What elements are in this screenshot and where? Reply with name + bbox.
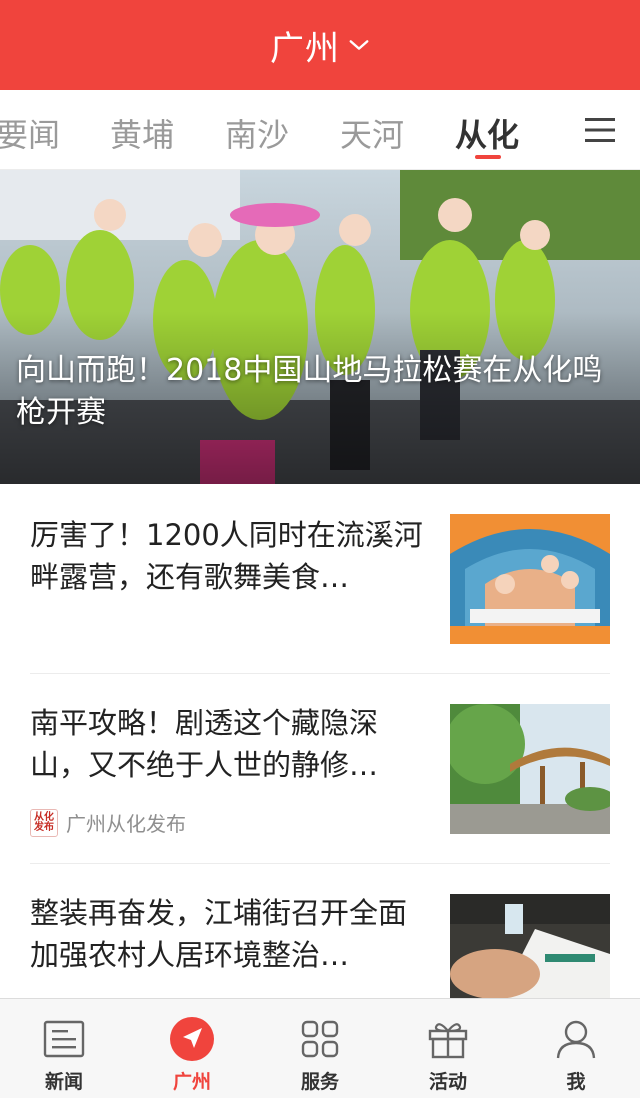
tab-nansha[interactable]: 南沙 (225, 110, 289, 156)
chevron-down-icon (349, 40, 369, 50)
hero-article[interactable]: 向山而跑！2018中国山地马拉松赛在从化鸣枪开赛 (0, 170, 640, 484)
nav-me-label: 我 (566, 1071, 586, 1093)
source-name: 广州从化发布 (66, 812, 186, 836)
article-title: 南平攻略！剧透这个藏隐深山，又不绝于人世的静修… (30, 706, 379, 782)
article-thumbnail (450, 894, 610, 998)
hero-title: 向山而跑！2018中国山地马拉松赛在从化鸣枪开赛 (16, 353, 603, 430)
nav-news[interactable]: 新闻 (0, 999, 128, 1098)
bottom-tab-bar: 新闻 广州 服务 活动 我 (0, 998, 640, 1098)
channel-menu-button[interactable] (560, 90, 640, 169)
tab-yaowen[interactable]: 要闻 (0, 110, 60, 156)
active-tab-indicator (475, 155, 501, 159)
article-source: 从化 发布 广州从化发布 (30, 808, 186, 837)
tab-conghua[interactable]: 从化 (455, 110, 519, 156)
article-title: 整装再奋发，江埔街召开全面加强农村人居环境整治… (30, 896, 408, 972)
top-header: 广州 (0, 0, 640, 90)
gift-icon (424, 1015, 472, 1063)
menu-icon (585, 118, 615, 142)
user-icon (552, 1015, 600, 1063)
city-label: 广州 (270, 28, 340, 69)
nav-news-label: 新闻 (44, 1071, 83, 1093)
city-selector[interactable]: 广州 (270, 21, 370, 70)
grid-icon (296, 1015, 344, 1063)
source-logo: 从化 发布 (30, 808, 58, 837)
tab-tianhe[interactable]: 天河 (340, 110, 404, 156)
channel-tabs: 要闻 黄埔 南沙 天河 从化 (0, 90, 640, 170)
nav-services[interactable]: 服务 (256, 999, 384, 1098)
list-item[interactable]: 南平攻略！剧透这个藏隐深山，又不绝于人世的静修… 从化 发布 广州从化发布 (30, 674, 610, 864)
news-icon (40, 1015, 88, 1063)
article-title: 厉害了！1200人同时在流溪河畔露营，还有歌舞美食… (30, 518, 423, 594)
article-thumbnail (450, 704, 610, 834)
list-item[interactable]: 整装再奋发，江埔街召开全面加强农村人居环境整治… (30, 864, 610, 1004)
hero-image (0, 170, 640, 484)
article-thumbnail (450, 514, 610, 644)
nav-events[interactable]: 活动 (384, 999, 512, 1098)
nav-events-label: 活动 (428, 1071, 467, 1093)
nav-services-label: 服务 (300, 1071, 339, 1093)
nav-guangzhou[interactable]: 广州 (128, 999, 256, 1098)
navigate-icon (168, 1015, 216, 1063)
list-item[interactable]: 厉害了！1200人同时在流溪河畔露营，还有歌舞美食… (30, 484, 610, 674)
nav-guangzhou-label: 广州 (172, 1071, 211, 1093)
nav-me[interactable]: 我 (512, 999, 640, 1098)
tab-huangpu[interactable]: 黄埔 (110, 110, 174, 156)
